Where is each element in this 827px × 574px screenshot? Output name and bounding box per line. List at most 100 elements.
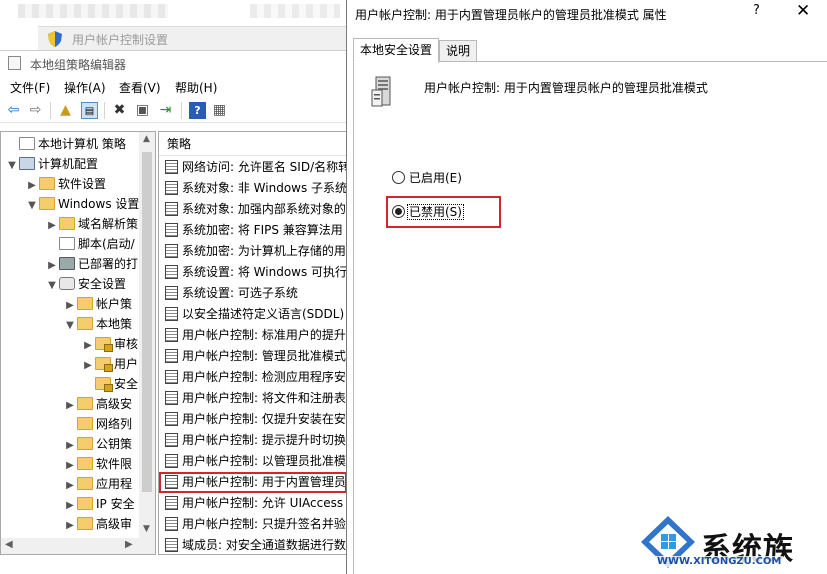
policy-row[interactable]: 系统对象: 加强内部系统对象的 — [159, 199, 346, 220]
enabled-radio[interactable] — [392, 171, 405, 184]
tree-item-public-key[interactable]: ▶ 公钥策 — [65, 434, 132, 454]
up-folder-icon[interactable]: ▲ — [57, 102, 74, 119]
tab-local-security-setting[interactable]: 本地安全设置 — [353, 38, 440, 63]
toolbar-separator — [181, 102, 182, 119]
tree-item-network-list[interactable]: 网络列 — [65, 414, 132, 434]
menu-file[interactable]: 文件(F) — [10, 79, 50, 96]
tree-item-scripts[interactable]: 脚本(启动/ — [47, 234, 135, 254]
tree-vertical-scrollbar[interactable]: ▲ ▼ — [139, 132, 155, 554]
policy-icon — [165, 391, 178, 405]
policy-row[interactable]: 以安全描述符定义语言(SDDL) — [159, 304, 346, 325]
menu-action[interactable]: 操作(A) — [64, 79, 106, 96]
policy-row[interactable]: 系统加密: 将 FIPS 兼容算法用 — [159, 220, 346, 241]
chevron-right-icon[interactable]: ▶ — [65, 516, 75, 536]
chevron-right-icon[interactable]: ▶ — [65, 396, 75, 416]
chevron-down-icon[interactable]: ▼ — [27, 196, 37, 216]
tab-explain[interactable]: 说明 — [439, 40, 478, 62]
policy-row[interactable]: 域成员: 对安全通道数据进行数 — [159, 535, 346, 554]
chevron-down-icon[interactable]: ▼ — [65, 316, 75, 336]
chevron-right-icon[interactable]: ▶ — [65, 296, 75, 316]
watermark-url: WWW.XITONGZU.COM — [655, 556, 784, 567]
tree-item-security-options[interactable]: 安全 — [83, 374, 138, 394]
scrollbar-thumb[interactable] — [142, 152, 152, 492]
tree-item-account-policies[interactable]: ▶ 帐户策 — [65, 294, 132, 314]
policy-row[interactable]: 用户帐户控制: 标准用户的提升 — [159, 325, 346, 346]
chevron-right-icon[interactable]: ▶ — [65, 496, 75, 516]
scroll-right-icon[interactable]: ▶ — [125, 539, 133, 550]
policy-icon — [165, 307, 178, 321]
editor-title: 本地组策略编辑器 — [30, 58, 127, 72]
column-header-policy[interactable]: 策略 — [159, 132, 346, 156]
policy-row[interactable]: 系统设置: 可选子系统 — [159, 283, 346, 304]
tree-item-deployed-printers[interactable]: ▶ 已部署的打 — [47, 254, 138, 274]
tree-horizontal-scrollbar[interactable]: ◀ ▶ — [1, 538, 141, 554]
chevron-right-icon[interactable]: ▶ — [65, 476, 75, 496]
policy-icon — [165, 538, 178, 552]
help-icon[interactable]: ? — [189, 102, 206, 119]
menu-view[interactable]: 查看(V) — [119, 79, 161, 96]
chevron-right-icon[interactable]: ▶ — [65, 456, 75, 476]
tree-item-local-policies[interactable]: ▼ 本地策 — [65, 314, 132, 334]
background-window: 用户帐户控制设置 本地组策略编辑器 文件(F) 操作(A) 查看(V) 帮助(H… — [0, 0, 346, 574]
enabled-radio-label: 已启用(E) — [409, 171, 462, 185]
policy-row[interactable]: 系统加密: 为计算机上存储的用 — [159, 241, 346, 262]
tree-item-security-settings[interactable]: ▼ 安全设置 — [47, 274, 126, 294]
policy-icon — [165, 412, 178, 426]
close-button[interactable]: ✕ — [796, 1, 810, 21]
forward-icon[interactable]: ⇨ — [27, 102, 44, 119]
tree-item-local-policy[interactable]: 本地计算机 策略 — [7, 134, 126, 154]
printer-icon — [59, 257, 75, 270]
scroll-up-icon[interactable]: ▲ — [143, 134, 150, 144]
tree-item-ip-security[interactable]: ▶ IP 安全 — [65, 494, 135, 514]
policy-row[interactable]: 用户帐户控制: 检测应用程序安 — [159, 367, 346, 388]
back-icon[interactable]: ⇦ — [5, 102, 22, 119]
policy-row[interactable]: 用户帐户控制: 仅提升安装在安 — [159, 409, 346, 430]
chevron-right-icon[interactable]: ▶ — [83, 336, 93, 356]
chevron-down-icon[interactable]: ▼ — [7, 156, 17, 176]
folder-icon — [77, 457, 93, 470]
help-button[interactable]: ? — [753, 3, 767, 18]
scroll-down-icon[interactable]: ▼ — [143, 524, 150, 534]
chevron-down-icon[interactable]: ▼ — [47, 276, 57, 296]
folder-icon — [77, 477, 93, 490]
chevron-right-icon[interactable]: ▶ — [83, 356, 93, 376]
policy-row[interactable]: 用户帐户控制: 将文件和注册表 — [159, 388, 346, 409]
policy-row[interactable]: 用户帐户控制: 允许 UIAccess — [159, 493, 346, 514]
uac-settings-window-strip[interactable]: 用户帐户控制设置 — [38, 26, 346, 50]
policy-row[interactable]: 用户帐户控制: 提示提升时切换 — [159, 430, 346, 451]
chevron-right-icon[interactable]: ▶ — [47, 216, 57, 236]
tree-item-audit-policy[interactable]: ▶ 审核 — [83, 334, 138, 354]
uac-settings-label: 用户帐户控制设置 — [72, 33, 169, 47]
tree-item-software-restriction[interactable]: ▶ 软件限 — [65, 454, 132, 474]
enabled-radio-option[interactable]: 已启用(E) — [392, 169, 463, 187]
policy-icon — [165, 328, 178, 342]
chevron-right-icon[interactable]: ▶ — [65, 436, 75, 456]
policy-row[interactable]: 用户帐户控制: 管理员批准模式 — [159, 346, 346, 367]
scroll-left-icon[interactable]: ◀ — [5, 539, 13, 550]
policy-row[interactable]: 用户帐户控制: 以管理员批准模 — [159, 451, 346, 472]
chevron-right-icon[interactable]: ▶ — [27, 176, 37, 196]
tree-item-advanced-firewall[interactable]: ▶ 高级安 — [65, 394, 132, 414]
tree-item-computer-config[interactable]: ▼ 计算机配置 — [7, 154, 98, 174]
export-list-icon[interactable]: ⇥ — [157, 102, 174, 119]
dialog-title: 用户帐户控制: 用于内置管理员帐户的管理员批准模式 属性 — [355, 8, 667, 22]
tree-item-user-rights[interactable]: ▶ 用户 — [83, 354, 138, 374]
chevron-right-icon[interactable]: ▶ — [47, 256, 57, 276]
tree-item-dns-policy[interactable]: ▶ 域名解析策 — [47, 214, 138, 234]
properties-icon[interactable]: ▣ — [134, 102, 151, 119]
policy-row[interactable]: 用户帐户控制: 只提升签名并验 — [159, 514, 346, 535]
delete-icon[interactable]: ✖ — [111, 102, 128, 119]
policy-row[interactable]: 网络访问: 允许匿名 SID/名称转 — [159, 157, 346, 178]
menu-help[interactable]: 帮助(H) — [175, 79, 217, 96]
server-icon — [371, 76, 391, 107]
policy-icon — [165, 181, 178, 195]
tree-item-app-control[interactable]: ▶ 应用程 — [65, 474, 132, 494]
policy-row-selected[interactable]: 用户帐户控制: 用于内置管理员 — [159, 472, 346, 493]
tree-item-software-settings[interactable]: ▶ 软件设置 — [27, 174, 106, 194]
policy-row[interactable]: 系统对象: 非 Windows 子系统 — [159, 178, 346, 199]
policy-row[interactable]: 系统设置: 将 Windows 可执行 — [159, 262, 346, 283]
tree-item-advanced-audit[interactable]: ▶ 高级审 — [65, 514, 132, 534]
tree-item-windows-settings[interactable]: ▼ Windows 设置 — [27, 194, 139, 214]
filter-icon[interactable]: ▦ — [211, 102, 228, 119]
show-hide-tree-icon[interactable]: ▤ — [81, 102, 98, 119]
